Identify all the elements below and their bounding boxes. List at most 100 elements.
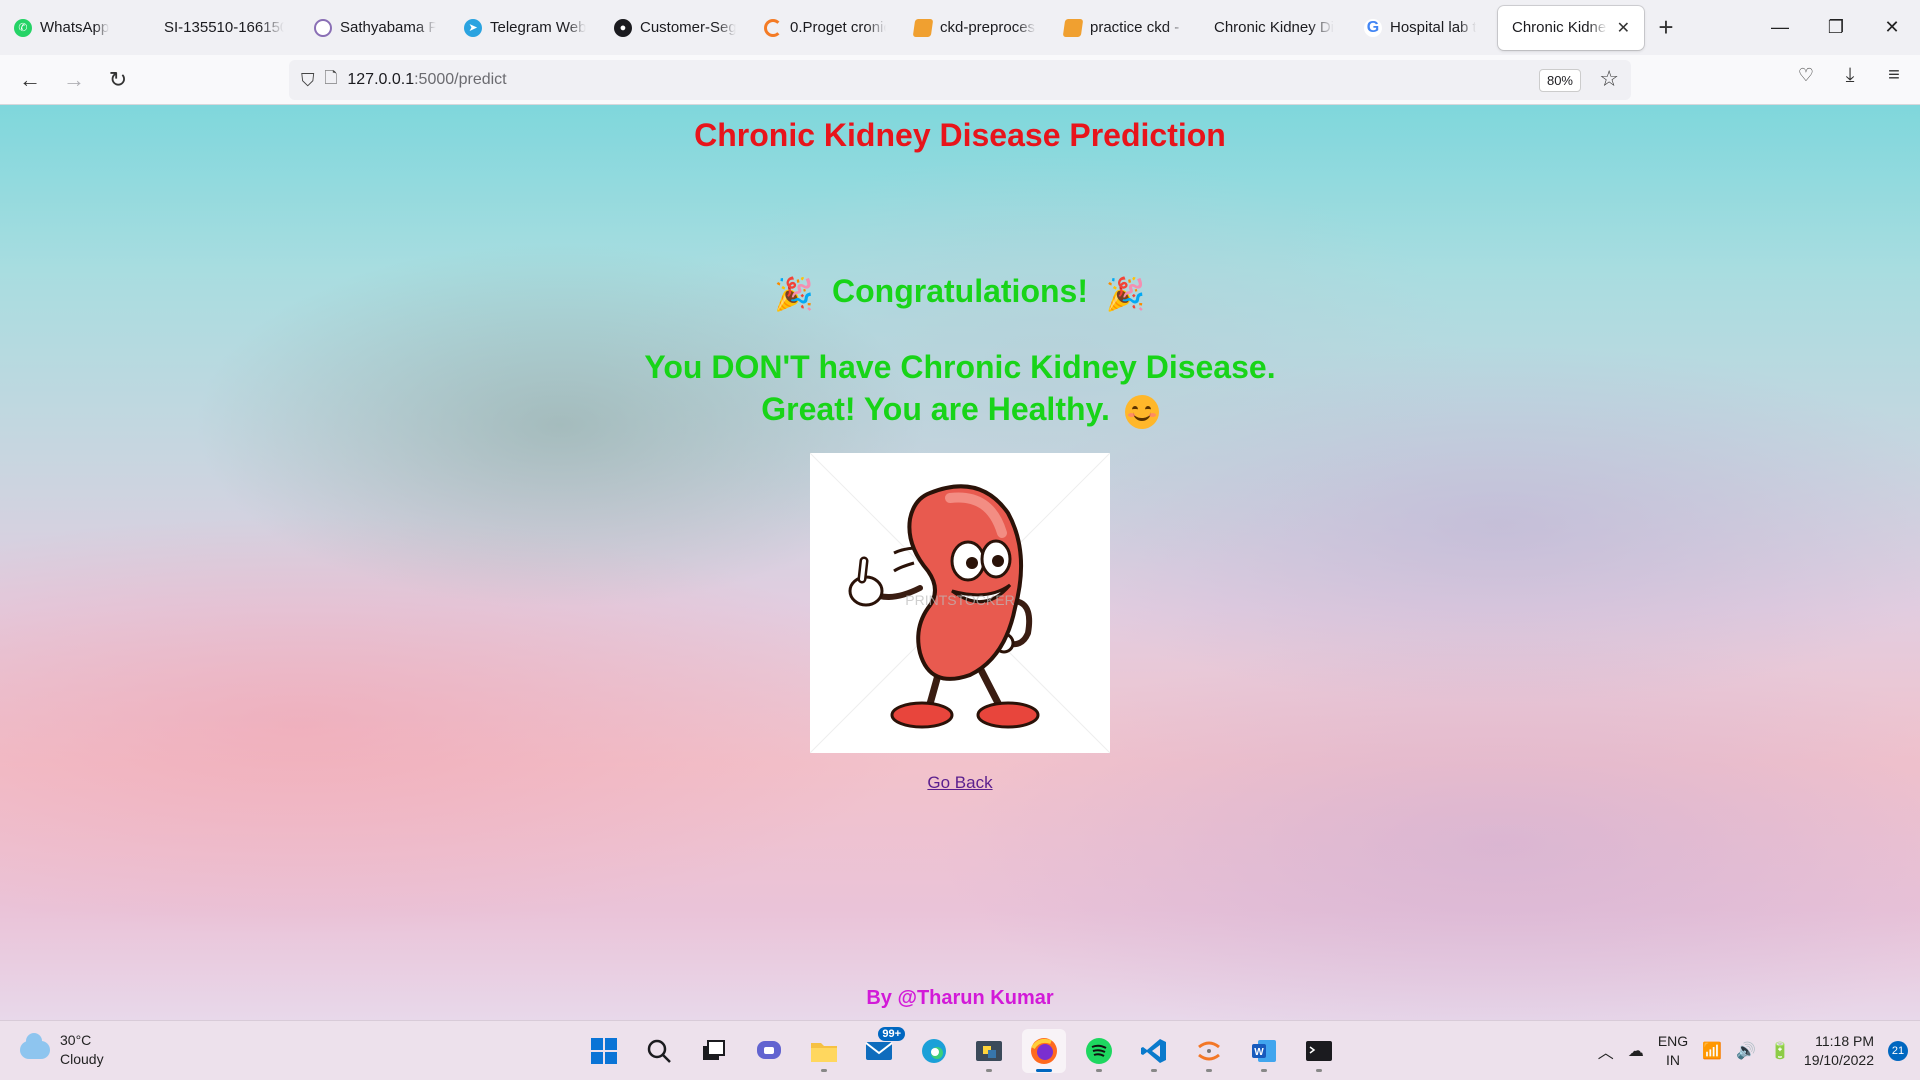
congrats-heading: 🎉 Congratulations! 🎉 (0, 273, 1920, 313)
tab-label: WhatsApp (40, 19, 110, 36)
notebook-icon (912, 18, 934, 37)
clock-time: 11:18 PM (1815, 1033, 1874, 1049)
tab-label: Customer-Seg (640, 19, 736, 36)
party-popper-icon: 🎉 (1105, 275, 1146, 312)
party-popper-icon: 🎉 (774, 275, 815, 312)
bookmark-star-icon[interactable]: ☆ (1599, 66, 1619, 92)
tab-label: practice ckd - (1090, 19, 1180, 36)
tab-label: Chronic Kidney Dis (1214, 19, 1334, 36)
url-bar[interactable]: ⛉ 🗋 127.0.0.1:5000/predict 80% ☆ (289, 60, 1631, 100)
tab-telegram[interactable]: ➤ Telegram Web (450, 6, 600, 50)
mail-icon[interactable]: 99+ (857, 1027, 905, 1073)
python-idle-icon[interactable] (967, 1029, 1011, 1073)
reload-icon[interactable]: ↻ (96, 60, 140, 100)
tab-label: Hospital lab te (1390, 19, 1476, 36)
tab-label: Chronic Kidney D (1512, 19, 1607, 36)
svg-text:W: W (1254, 1047, 1264, 1058)
tab-notebook-preprocess[interactable]: ckd-preproces (900, 6, 1050, 50)
go-back-container: Go Back (0, 773, 1920, 793)
tab-github[interactable]: ● Customer-Seg (600, 6, 750, 50)
chevron-up-icon[interactable]: ︿ (1598, 1039, 1614, 1063)
zoom-level-badge[interactable]: 80% (1538, 69, 1581, 92)
weather-widget[interactable]: 30°C Cloudy (20, 1031, 104, 1069)
firefox-icon[interactable] (1022, 1029, 1066, 1073)
tab-label: Telegram Web (490, 19, 586, 36)
tab-label: 0.Proget cronic (790, 19, 886, 36)
url-path: :5000/predict (414, 71, 507, 88)
windows-start-icon[interactable] (582, 1029, 626, 1073)
watermark-text: PRINTSTOCKER (905, 592, 1014, 608)
taskbar: 30°C Cloudy 99+ W ︿ ☁ ENG IN 📶 🔊 🔋 11:18… (0, 1020, 1920, 1080)
lang-line-2: IN (1665, 1052, 1680, 1068)
close-window-icon[interactable]: ✕ (1864, 0, 1920, 55)
google-icon: G (1364, 18, 1382, 37)
page-title: Chronic Kidney Disease Prediction (694, 117, 1226, 153)
clock[interactable]: 11:18 PM 19/10/2022 (1804, 1032, 1874, 1070)
lang-line-1: ENG (1657, 1033, 1689, 1049)
vscode-icon[interactable] (1132, 1029, 1176, 1073)
onedrive-cloud-icon[interactable]: ☁ (1628, 1041, 1644, 1061)
jupyter-taskbar-icon[interactable] (1187, 1029, 1231, 1073)
shield-icon[interactable]: ⛉ (301, 70, 315, 91)
tab-chronic-kidney-active[interactable]: Chronic Kidney D ✕ (1498, 5, 1644, 50)
weather-desc: Cloudy (60, 1051, 104, 1067)
clock-date: 19/10/2022 (1803, 1052, 1874, 1068)
terminal-icon[interactable] (1297, 1029, 1341, 1073)
volume-icon[interactable]: 🔊 (1736, 1041, 1756, 1061)
pocket-icon[interactable]: ♡ (1784, 55, 1828, 95)
url-host: 127.0.0.1 (347, 71, 415, 88)
tab-si-portal[interactable]: SI-135510-166150 (150, 6, 300, 50)
window-controls: — ❐ ✕ (1752, 0, 1920, 55)
mail-badge: 99+ (878, 1027, 905, 1041)
wifi-icon[interactable]: 📶 (1702, 1041, 1722, 1061)
cloud-icon (20, 1033, 50, 1059)
language-indicator[interactable]: ENG IN (1658, 1032, 1688, 1070)
toolbar-right: ♡ ⤓ ≡ (1784, 55, 1920, 105)
tab-label: SI-135510-166150 (164, 19, 284, 36)
edge-browser-icon[interactable] (912, 1029, 956, 1073)
page-content: Chronic Kidney Disease Prediction 🎉 Cong… (0, 105, 1920, 1020)
tab-label: ckd-preproces (940, 19, 1036, 36)
file-explorer-icon[interactable] (802, 1029, 846, 1073)
tab-sathyabama[interactable]: Sathyabama P (300, 6, 450, 50)
menu-icon[interactable]: ≡ (1872, 55, 1916, 95)
task-view-icon[interactable] (692, 1029, 736, 1073)
github-icon: ● (614, 18, 632, 37)
tab-chronic-kidney-dis[interactable]: Chronic Kidney Dis (1200, 6, 1350, 50)
result-line-2-text: Great! You are Healthy. (761, 391, 1110, 427)
tab-whatsapp[interactable]: ✆ WhatsApp (0, 6, 150, 50)
close-icon[interactable]: ✕ (1617, 18, 1630, 38)
page-info-icon[interactable]: 🗋 (325, 67, 338, 94)
congrats-text: Congratulations! (832, 273, 1088, 309)
sathyabama-icon (314, 18, 332, 37)
system-tray: ︿ ☁ ENG IN 📶 🔊 🔋 11:18 PM 19/10/2022 21 (1598, 1021, 1920, 1080)
result-line-2: Great! You are Healthy. (0, 391, 1920, 429)
spotify-icon[interactable] (1077, 1029, 1121, 1073)
jupyter-icon (764, 18, 782, 37)
tab-jupyter[interactable]: 0.Proget cronic (750, 6, 900, 50)
tab-bar: ✆ WhatsApp SI-135510-166150 Sathyabama P… (0, 0, 1920, 55)
smiling-face-icon (1124, 394, 1159, 429)
whatsapp-icon: ✆ (14, 18, 32, 37)
tab-label: Sathyabama P (340, 19, 436, 36)
result-line-1: You DON'T have Chronic Kidney Disease. (644, 349, 1276, 385)
teams-chat-icon[interactable] (747, 1029, 791, 1073)
search-icon[interactable] (637, 1029, 681, 1073)
restore-icon[interactable]: ❐ (1808, 0, 1864, 55)
weather-temp: 30°C (60, 1032, 92, 1048)
new-tab-button[interactable]: + (1644, 12, 1688, 43)
taskbar-apps: 99+ W (582, 1027, 1341, 1073)
go-back-link[interactable]: Go Back (927, 773, 992, 792)
nav-bar: ← → ↻ ⛉ 🗋 127.0.0.1:5000/predict 80% ☆ ♡… (0, 55, 1920, 105)
back-arrow-icon[interactable]: ← (8, 60, 52, 100)
forward-arrow-icon[interactable]: → (52, 60, 96, 100)
battery-icon[interactable]: 🔋 (1770, 1041, 1790, 1061)
tab-hospital-lab[interactable]: G Hospital lab te (1350, 6, 1490, 50)
minimize-icon[interactable]: — (1752, 0, 1808, 55)
word-icon[interactable]: W (1242, 1029, 1286, 1073)
kidney-mascot-illustration: PRINTSTOCKER (809, 452, 1111, 754)
downloads-icon[interactable]: ⤓ (1828, 55, 1872, 95)
tab-notebook-practice[interactable]: practice ckd - (1050, 6, 1200, 50)
notebook-icon (1062, 18, 1084, 37)
notification-badge[interactable]: 21 (1888, 1041, 1908, 1061)
